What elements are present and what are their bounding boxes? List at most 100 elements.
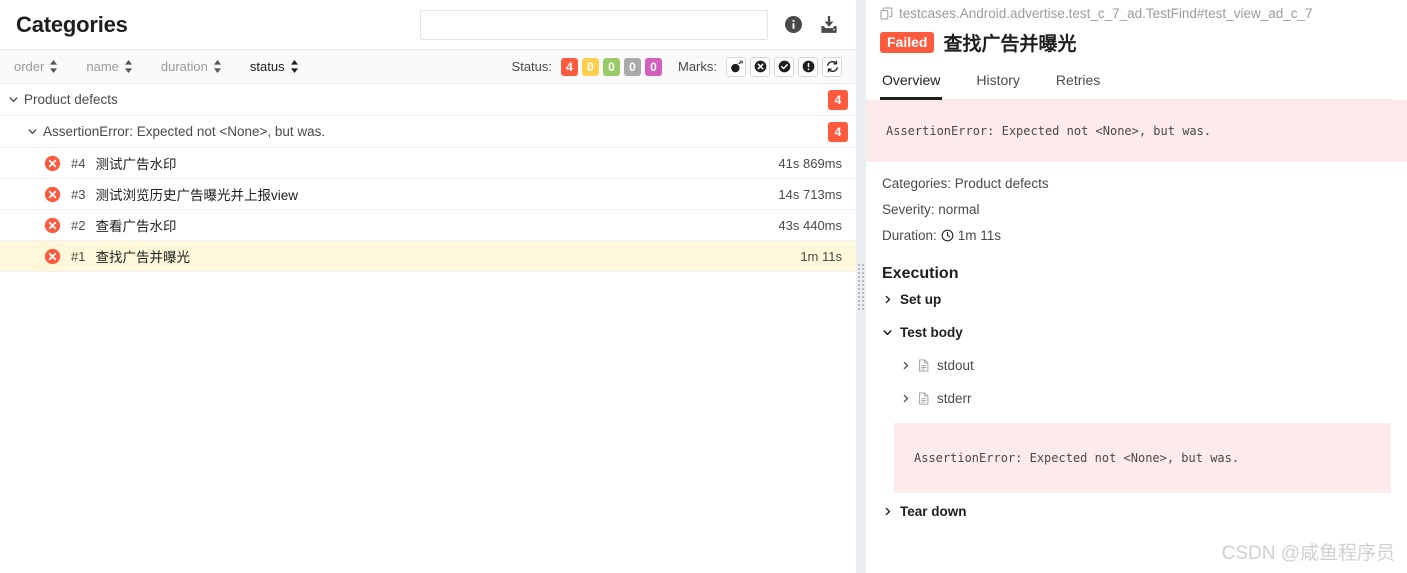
- chevron-down-icon: [882, 327, 893, 338]
- sort-column-duration[interactable]: duration: [161, 59, 222, 74]
- sort-column-duration-label: duration: [160, 59, 208, 74]
- chevron-right-icon: [900, 393, 911, 404]
- sort-column-name[interactable]: name: [86, 59, 133, 74]
- categories-tree: Product defects 4 AssertionError: Expect…: [0, 84, 856, 573]
- info-icon[interactable]: [782, 14, 804, 36]
- x-circle-icon[interactable]: [750, 56, 770, 77]
- table-row[interactable]: #4 测试广告水印 41s 869ms: [0, 148, 856, 179]
- failed-status-icon: [44, 248, 61, 265]
- failed-status-icon: [44, 217, 61, 234]
- tree-toolbar: order name duration status Status: 4 0 0…: [0, 50, 856, 84]
- status-chip-unknown[interactable]: 0: [645, 57, 662, 76]
- meta-severity: Severity: normal: [882, 202, 980, 217]
- test-order: #4: [71, 155, 86, 171]
- execution-step-label: Set up: [900, 292, 942, 307]
- sort-column-order-label: order: [14, 59, 45, 74]
- status-chip-broken[interactable]: 0: [582, 57, 599, 76]
- chevron-right-icon: [882, 506, 893, 517]
- status-chip-passed[interactable]: 0: [603, 57, 620, 76]
- marks-filter: Marks:: [678, 56, 842, 77]
- test-full-name[interactable]: testcases.Android.advertise.test_c_7_ad.…: [880, 6, 1393, 21]
- status-badge: Failed: [880, 31, 935, 54]
- meta-duration: Duration: 1m 11s: [882, 228, 1391, 243]
- detail-tabs: Overview History Retries: [880, 67, 1393, 100]
- tree-group-label: AssertionError: Expected not <None>, but…: [43, 124, 326, 139]
- bomb-icon[interactable]: [726, 56, 746, 77]
- test-name: 测试浏览历史广告曝光并上报view: [95, 188, 298, 203]
- error-message-banner: AssertionError: Expected not <None>, but…: [866, 100, 1407, 162]
- categories-pane: Categories order name duration status St…: [0, 0, 856, 573]
- test-detail-pane: testcases.Android.advertise.test_c_7_ad.…: [866, 0, 1407, 573]
- test-detail-header: testcases.Android.advertise.test_c_7_ad.…: [866, 0, 1407, 100]
- clock-icon: [941, 229, 954, 242]
- test-duration: 1m 11s: [800, 248, 842, 264]
- marks-filter-label: Marks:: [678, 59, 717, 74]
- chevron-right-icon: [882, 294, 893, 305]
- test-duration: 41s 869ms: [778, 155, 842, 171]
- test-name: 查找广告并曝光: [95, 250, 190, 265]
- left-pane-header: Categories: [0, 0, 856, 50]
- sort-arrows-icon: [49, 60, 58, 73]
- test-metadata: Categories: Product defects Severity: no…: [866, 162, 1407, 258]
- test-order: #3: [71, 186, 86, 202]
- tree-group-product-defects[interactable]: Product defects 4: [0, 84, 856, 116]
- status-chip-failed[interactable]: 4: [561, 57, 578, 76]
- test-order: #1: [71, 248, 86, 264]
- execution-step-set-up[interactable]: Set up: [866, 283, 1407, 316]
- sort-column-status-label: status: [249, 59, 285, 74]
- execution-attachment-stdout[interactable]: stdout: [866, 349, 1407, 382]
- chevron-down-icon: [25, 126, 39, 137]
- execution-step-tear-down[interactable]: Tear down: [866, 493, 1407, 528]
- search-input[interactable]: [420, 9, 768, 40]
- test-full-name-text: testcases.Android.advertise.test_c_7_ad.…: [899, 6, 1313, 21]
- tree-group-assertion-error[interactable]: AssertionError: Expected not <None>, but…: [0, 116, 856, 148]
- retry-icon[interactable]: [822, 56, 842, 77]
- tab-retries[interactable]: Retries: [1054, 68, 1102, 100]
- test-order: #2: [71, 217, 86, 233]
- page-title: Categories: [16, 11, 128, 37]
- test-title-line: Failed 查找广告并曝光: [880, 29, 1393, 56]
- sort-column-status[interactable]: status: [250, 59, 299, 74]
- toolbar-filters: Status: 4 0 0 0 0 Marks:: [511, 56, 842, 77]
- execution-error-block: AssertionError: Expected not <None>, but…: [894, 423, 1391, 493]
- failed-status-icon: [44, 155, 61, 172]
- tab-history[interactable]: History: [974, 68, 1022, 100]
- check-circle-icon[interactable]: [774, 56, 794, 77]
- status-filter-label: Status:: [511, 59, 552, 74]
- header-controls: [420, 9, 840, 40]
- meta-categories: Categories: Product defects: [882, 176, 1049, 191]
- marks-button-list: [726, 56, 842, 77]
- table-row[interactable]: #2 查看广告水印 43s 440ms: [0, 210, 856, 241]
- meta-duration-value: 1m 11s: [957, 228, 1002, 243]
- execution-step-test-body[interactable]: Test body: [866, 316, 1407, 349]
- attachment-label: stdout: [937, 358, 974, 373]
- table-row[interactable]: #3 测试浏览历史广告曝光并上报view 14s 713ms: [0, 179, 856, 210]
- download-icon[interactable]: [818, 14, 840, 36]
- splitter-grip-icon: [858, 263, 864, 310]
- sort-arrows-icon: [213, 60, 222, 73]
- allure-report-app: Categories order name duration status St…: [0, 0, 1407, 573]
- status-filter: Status: 4 0 0 0 0: [511, 57, 662, 76]
- copy-icon[interactable]: [880, 7, 893, 20]
- meta-duration-label: Duration:: [882, 228, 937, 243]
- status-chip-list: 4 0 0 0 0: [561, 57, 662, 76]
- file-icon: [918, 392, 930, 405]
- execution-step-label: Tear down: [900, 504, 967, 519]
- sort-column-order[interactable]: order: [14, 59, 58, 74]
- table-row-selected[interactable]: #1 查找广告并曝光 1m 11s: [0, 241, 856, 272]
- sort-column-name-label: name: [86, 59, 119, 74]
- overview-content: AssertionError: Expected not <None>, but…: [866, 100, 1407, 573]
- status-chip-skipped[interactable]: 0: [624, 57, 641, 76]
- exclamation-circle-icon[interactable]: [798, 56, 818, 77]
- chevron-down-icon: [6, 94, 20, 105]
- tree-group-count-badge: 4: [828, 89, 848, 110]
- execution-section-title: Execution: [882, 265, 959, 282]
- chevron-right-icon: [900, 360, 911, 371]
- tab-overview[interactable]: Overview: [880, 68, 943, 100]
- test-duration: 14s 713ms: [778, 186, 842, 202]
- pane-splitter[interactable]: [856, 0, 866, 573]
- failed-status-icon: [44, 186, 61, 203]
- test-duration: 43s 440ms: [778, 217, 842, 233]
- execution-attachment-stderr[interactable]: stderr: [866, 382, 1407, 415]
- execution-step-label: Test body: [900, 325, 963, 340]
